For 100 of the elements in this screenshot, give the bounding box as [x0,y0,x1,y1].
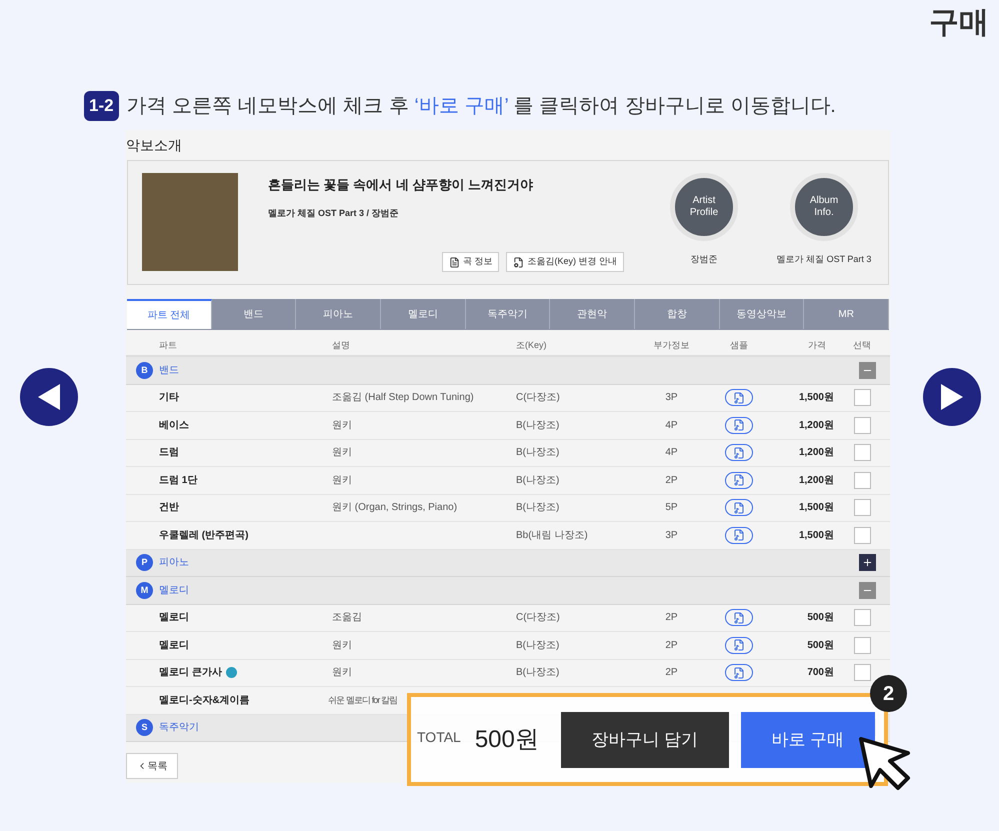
step-badge: 1-2 [84,91,119,121]
page-count: 2P [664,611,679,626]
part-name: 베이스 [159,418,190,433]
profile-caption: 장범준 [690,253,718,266]
select-checkbox[interactable] [854,472,870,489]
category-tab[interactable]: 합창 [635,299,720,329]
song-info-button[interactable]: 곡 정보 [442,252,500,272]
column-header: 샘플 [729,339,749,352]
select-checkbox[interactable] [854,636,870,654]
price: 500원 [806,638,834,653]
group-name: 독주악기 [159,721,199,736]
page-count: 2P [664,638,679,653]
description: 조옮김 [332,611,363,626]
page-count: 4P [664,446,679,460]
price: 500원 [806,611,834,626]
sample-button[interactable] [725,472,753,489]
description: 원키 (Organ, Strings, Piano) [332,501,458,516]
profile-button[interactable]: Artist Profile [670,173,738,241]
sample-button[interactable] [725,444,753,462]
price: 1,200원 [798,446,834,460]
description: 원키 [332,446,353,460]
song-title: 흔들리는 꽃들 속에서 네 샴푸향이 느껴진거야 [268,176,534,194]
page-count: 2P [664,666,679,680]
select-checkbox[interactable] [854,609,870,626]
plus-icon [862,557,873,568]
description: 원키 [332,474,353,488]
sample-button[interactable] [725,609,753,626]
buy-now-button[interactable]: 바로 구매 [740,712,875,768]
part-name: 멜로디-숫자&계이름 [159,694,251,708]
part-name: 기타 [159,391,180,406]
collapse-button[interactable] [859,582,876,599]
price: 1,200원 [798,474,834,488]
key: B(나장조) [516,445,629,460]
page-count: 4P [664,418,679,433]
key: B(나장조) [516,638,629,653]
expand-button[interactable] [859,554,876,572]
description: 원키 [332,638,353,653]
select-checkbox[interactable] [854,444,870,462]
category-tab[interactable]: MR [804,299,890,329]
select-checkbox[interactable] [854,499,870,516]
music-document-icon [733,474,745,486]
group-name: 멜로디 [159,584,189,598]
section-title: 악보소개 [126,136,183,154]
description: 원키 [332,418,353,433]
music-document-icon [733,666,745,679]
column-header: 조(Key) [516,339,548,352]
category-tab[interactable]: 밴드 [212,299,296,329]
page-title: 구매 [929,8,989,41]
sample-button[interactable] [725,416,753,434]
music-document-icon [733,419,745,432]
sample-button[interactable] [725,636,753,654]
category-tab[interactable]: 동영상악보 [720,299,804,329]
back-to-list-button[interactable]: 목록 [126,753,178,779]
description: 쉬운 멜로디 for 칼림 [328,694,398,706]
description: 원키 [332,666,353,680]
music-document-icon [733,612,745,624]
music-document-icon [733,529,745,542]
part-name: 멜로디 큰가사 [159,665,332,680]
key: B(나장조) [516,500,629,516]
music-document-icon [733,392,745,404]
part-name: 드럼 1단 [159,474,198,488]
select-checkbox[interactable] [854,664,870,682]
part-name: 드럼 [159,446,180,460]
part-name: 멜로디 [159,611,190,626]
add-to-cart-button[interactable]: 장바구니 담기 [560,712,729,768]
select-checkbox[interactable] [854,526,870,544]
part-name: 우쿨렐레 (반주편곡) [159,528,250,543]
category-tab[interactable]: 파트 전체 [127,299,212,329]
price: 1,200원 [798,418,834,433]
category-tab[interactable]: 관현악 [550,299,636,329]
sample-button[interactable] [725,389,753,406]
select-checkbox[interactable] [854,389,870,406]
group-badge: S [136,719,153,736]
sample-button[interactable] [725,499,753,516]
key-change-guide-button[interactable]: 조옮김(Key) 변경 안내 [506,252,624,272]
music-document-icon [733,446,745,459]
select-checkbox[interactable] [854,416,870,434]
page-count: 2P [664,474,679,488]
music-document-icon [733,639,745,652]
left-triangle-icon [38,384,60,410]
page-count: 3P [664,391,679,406]
large-lyrics-icon [226,667,237,678]
total-price: 500원 [474,724,539,754]
sample-button[interactable] [725,526,753,544]
sample-button[interactable] [725,664,753,682]
right-triangle-icon [941,384,963,410]
group-badge: P [136,554,153,572]
group-badge: M [136,582,153,599]
column-header: 부가정보 [652,339,690,352]
category-tab[interactable]: 독주악기 [466,299,550,329]
price: 1,500원 [798,528,834,543]
category-tab[interactable]: 피아노 [296,299,382,329]
column-header: 파트 [159,339,178,352]
price: 1,500원 [798,501,834,516]
part-name: 건반 [159,501,180,516]
category-tab[interactable]: 멜로디 [381,299,466,329]
group-name: 밴드 [159,364,179,378]
instruction-text: 가격 오른쪽 네모박스에 체크 후 ‘바로 구매’ 를 클릭하여 장바구니로 이동합니다. [126,94,836,119]
collapse-button[interactable] [859,362,876,379]
profile-button[interactable]: Album Info. [790,173,858,241]
